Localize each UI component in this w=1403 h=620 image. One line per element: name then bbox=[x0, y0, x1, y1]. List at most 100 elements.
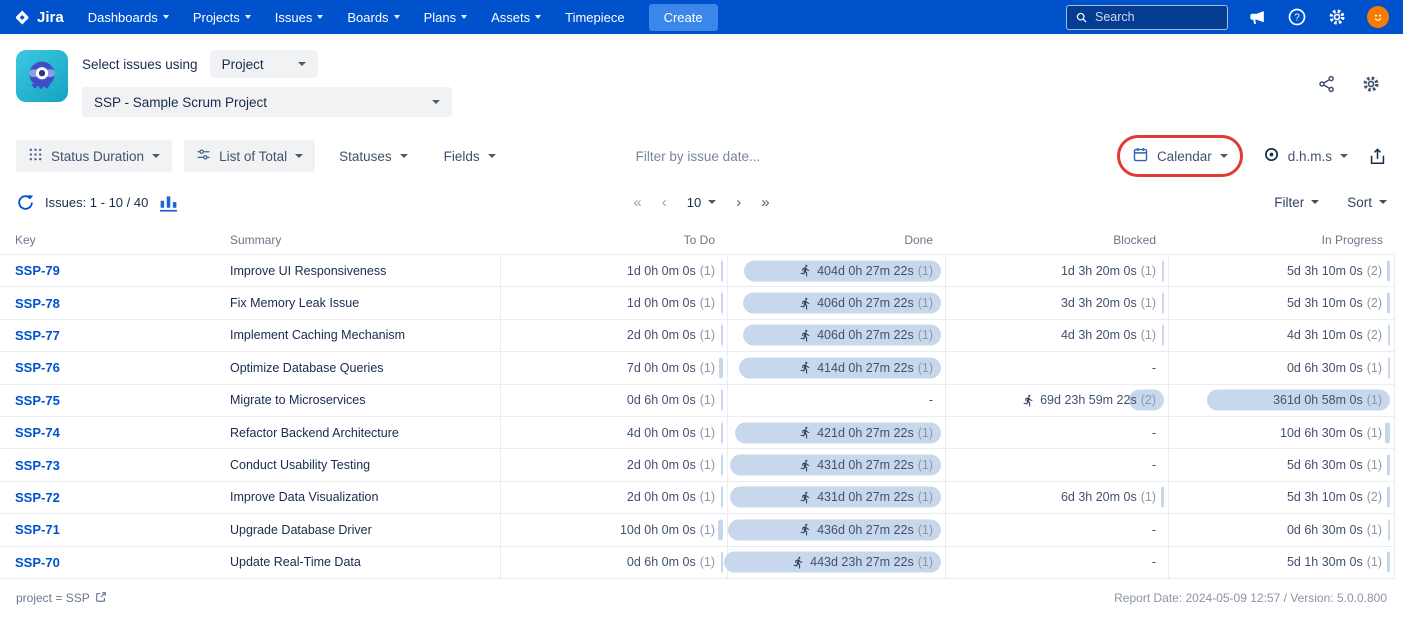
column-header-blocked[interactable]: Blocked bbox=[945, 233, 1168, 247]
context-actions bbox=[1317, 74, 1381, 94]
table-row: SSP-75 Migrate to Microservices 0d 6h 0m 0… bbox=[0, 384, 1395, 417]
duration-cell: 0d 6h 0m 0s (1) bbox=[500, 384, 727, 416]
duration-value: 5d 3h 10m 0s (2) bbox=[1287, 264, 1382, 278]
filter-label: Filter bbox=[1274, 194, 1305, 210]
duration-value: 443d 23h 27m 22s (1) bbox=[792, 555, 933, 569]
duration-cell: 404d 0h 27m 22s (1) bbox=[727, 255, 945, 287]
issue-key-link[interactable]: SSP-75 bbox=[15, 393, 60, 408]
duration-bar bbox=[721, 551, 723, 573]
table-row: SSP-72 Improve Data Visualization 2d 0h 0m… bbox=[0, 481, 1395, 515]
export-icon[interactable] bbox=[1368, 147, 1387, 166]
sliders-icon bbox=[196, 147, 211, 165]
duration-cell: 431d 0h 27m 22s (1) bbox=[727, 481, 945, 514]
sort-button[interactable]: Sort bbox=[1347, 195, 1387, 210]
global-search[interactable] bbox=[1066, 4, 1228, 30]
issue-key-link[interactable]: SSP-72 bbox=[15, 490, 60, 505]
project-select[interactable]: SSP - Sample Scrum Project bbox=[82, 87, 452, 117]
page-size-select[interactable]: 10 bbox=[687, 195, 717, 210]
announcements-icon[interactable] bbox=[1248, 8, 1267, 27]
settings-gear-icon[interactable] bbox=[1327, 7, 1347, 27]
create-button[interactable]: Create bbox=[648, 3, 718, 31]
chevron-down-icon bbox=[295, 154, 304, 158]
duration-cell: 431d 0h 27m 22s (1) bbox=[727, 449, 945, 481]
first-page-button[interactable]: « bbox=[633, 194, 641, 211]
issue-key-link[interactable]: SSP-79 bbox=[15, 263, 60, 278]
chart-view-icon[interactable] bbox=[158, 192, 179, 213]
issue-key-link[interactable]: SSP-71 bbox=[15, 522, 60, 537]
duration-cell: - bbox=[945, 416, 1168, 449]
duration-text: 10d 6h 30m 0s bbox=[1280, 425, 1363, 440]
nav-item-assets[interactable]: Assets bbox=[491, 10, 542, 25]
duration-text: 431d 0h 27m 22s bbox=[817, 490, 914, 505]
last-page-button[interactable]: » bbox=[761, 194, 769, 211]
runner-icon bbox=[800, 329, 810, 342]
app-window: Jira Dashboards Projects Issues Boards Plans… bbox=[0, 0, 1403, 620]
duration-text: 6d 3h 20m 0s bbox=[1060, 490, 1137, 505]
nav-item-projects[interactable]: Projects bbox=[193, 10, 251, 25]
next-page-button[interactable]: › bbox=[736, 194, 741, 211]
duration-cell: - bbox=[945, 546, 1168, 578]
prev-page-button[interactable]: ‹ bbox=[662, 194, 667, 211]
issue-key-link[interactable]: SSP-73 bbox=[15, 458, 60, 473]
nav-item-timepiece[interactable]: Timepiece bbox=[565, 10, 624, 25]
nav-item-boards[interactable]: Boards bbox=[347, 10, 400, 25]
filter-button[interactable]: Filter bbox=[1274, 194, 1320, 210]
duration-bar bbox=[1387, 324, 1390, 346]
duration-value: 431d 0h 27m 22s (1) bbox=[799, 458, 933, 472]
list-mode-button[interactable]: List of Total bbox=[184, 140, 316, 172]
nav-item-plans[interactable]: Plans bbox=[424, 10, 468, 25]
navbar-right: ? bbox=[1066, 4, 1389, 30]
user-avatar[interactable] bbox=[1367, 6, 1389, 28]
issue-key-link[interactable]: SSP-74 bbox=[15, 425, 60, 440]
chevron-down-icon bbox=[317, 15, 324, 19]
runner-icon bbox=[800, 524, 810, 536]
share-icon[interactable] bbox=[1317, 74, 1337, 94]
report-type-button[interactable]: Status Duration bbox=[16, 140, 173, 172]
duration-text: 4d 3h 20m 0s bbox=[1060, 328, 1137, 343]
status-duration-table: Key Summary To Do Done Blocked In Progre… bbox=[0, 225, 1403, 579]
calendar-button[interactable]: Calendar bbox=[1126, 140, 1234, 172]
issue-key-link[interactable]: SSP-70 bbox=[15, 555, 60, 570]
report-meta-text: Report Date: 2024-05-09 12:57 / Version:… bbox=[1114, 591, 1387, 606]
refresh-icon[interactable] bbox=[16, 193, 35, 212]
nav-item-dashboards[interactable]: Dashboards bbox=[88, 10, 169, 25]
issue-count: (2) bbox=[1366, 296, 1382, 311]
column-header-todo[interactable]: To Do bbox=[500, 233, 727, 247]
duration-text: 4d 3h 10m 0s bbox=[1286, 328, 1363, 343]
duration-cell: 10d 0h 0m 0s (1) bbox=[500, 514, 727, 546]
column-header-summary[interactable]: Summary bbox=[230, 233, 500, 247]
issue-source-select[interactable]: Project bbox=[209, 50, 318, 78]
column-header-done[interactable]: Done bbox=[727, 233, 945, 247]
annotation-highlight-ring: Calendar bbox=[1116, 135, 1243, 177]
jira-logo-icon bbox=[14, 9, 31, 26]
help-icon[interactable]: ? bbox=[1287, 7, 1307, 27]
issue-key-link[interactable]: SSP-77 bbox=[15, 328, 60, 343]
issue-source-value: Project bbox=[221, 56, 264, 72]
report-settings-gear-icon[interactable] bbox=[1361, 74, 1381, 94]
issue-date-filter-input[interactable] bbox=[635, 148, 806, 164]
duration-text: 406d 0h 27m 22s bbox=[817, 328, 914, 343]
duration-text: 2d 0h 0m 0s bbox=[626, 458, 696, 473]
duration-bar bbox=[721, 486, 723, 508]
jira-home-link[interactable]: Jira bbox=[14, 9, 64, 26]
brand-name: Jira bbox=[37, 8, 64, 26]
jql-filter-link[interactable]: project = SSP bbox=[16, 591, 107, 606]
duration-text: 3d 3h 20m 0s bbox=[1060, 296, 1137, 311]
nav-item-issues[interactable]: Issues bbox=[275, 10, 324, 25]
duration-bar bbox=[720, 422, 723, 444]
column-header-inprogress[interactable]: In Progress bbox=[1168, 233, 1395, 247]
search-input[interactable] bbox=[1095, 10, 1219, 24]
duration-value: 414d 0h 27m 22s (1) bbox=[799, 361, 933, 375]
duration-bar bbox=[1387, 551, 1390, 573]
issue-key-link[interactable]: SSP-78 bbox=[15, 296, 60, 311]
time-format-button[interactable]: d.h.m.s bbox=[1259, 140, 1352, 172]
fields-button[interactable]: Fields bbox=[432, 140, 508, 172]
column-header-key[interactable]: Key bbox=[0, 233, 230, 247]
issue-count: (1) bbox=[917, 328, 933, 343]
report-context-header: Select issues using Project SSP - Sample… bbox=[0, 34, 1403, 117]
empty-duration: - bbox=[1151, 555, 1156, 570]
issue-count: (1) bbox=[917, 490, 933, 505]
statuses-button[interactable]: Statuses bbox=[327, 140, 420, 172]
issue-key-link[interactable]: SSP-76 bbox=[15, 360, 60, 375]
select-issues-label: Select issues using bbox=[82, 56, 198, 72]
